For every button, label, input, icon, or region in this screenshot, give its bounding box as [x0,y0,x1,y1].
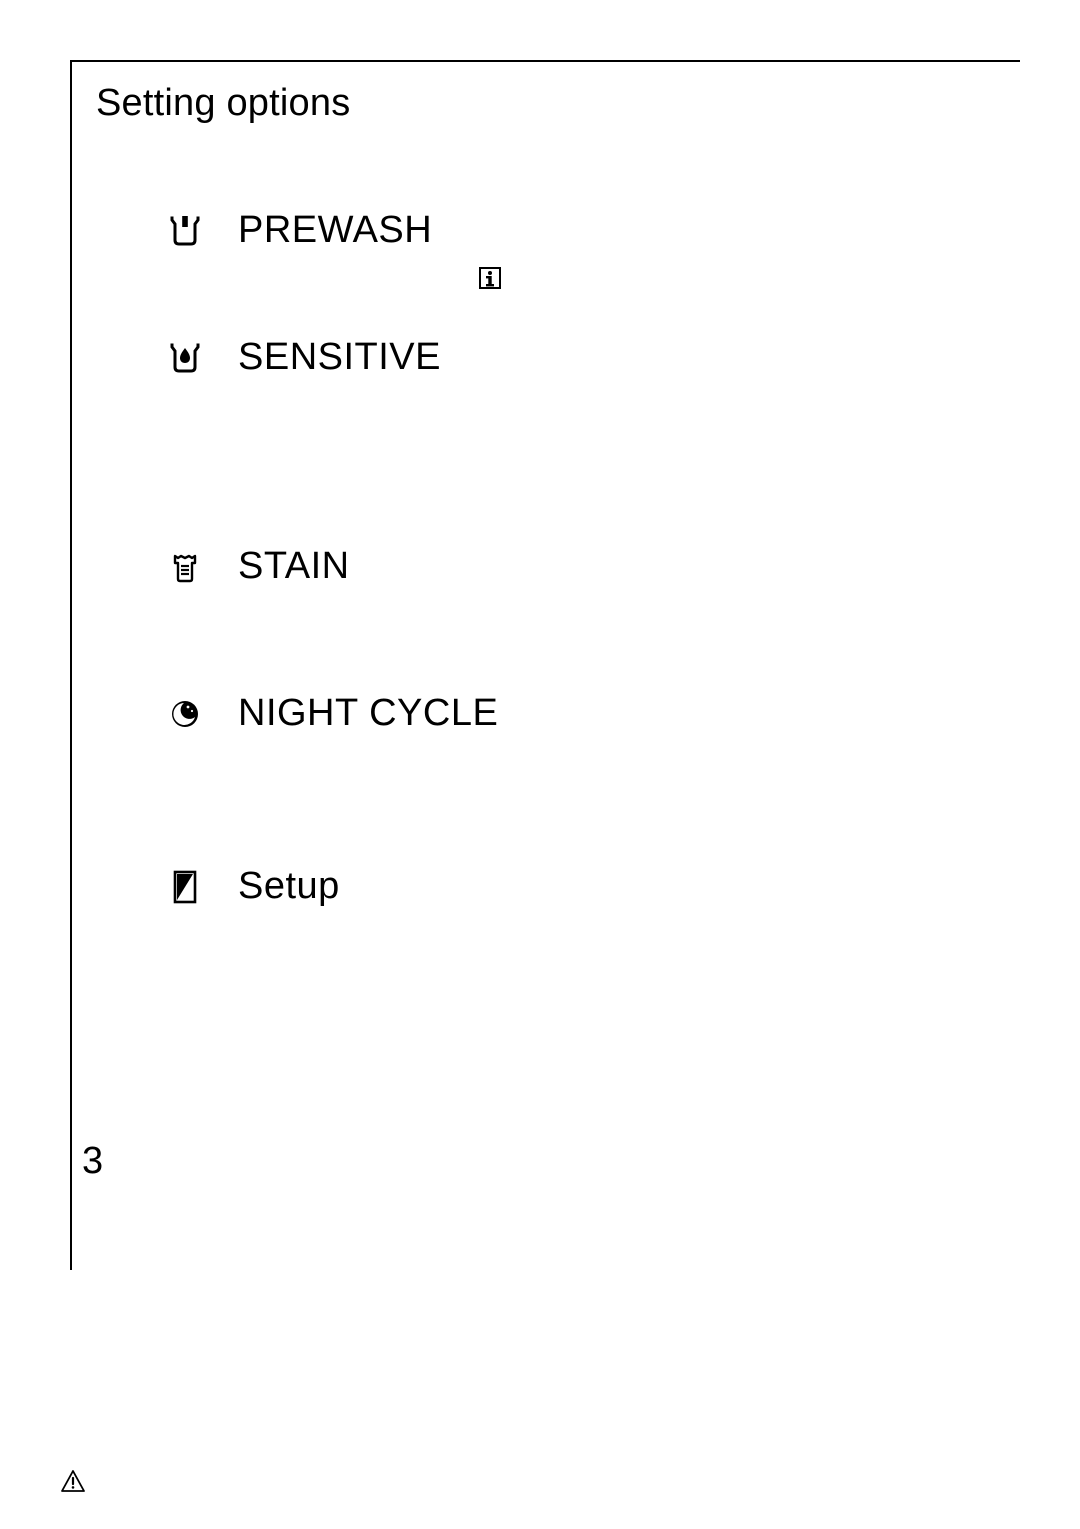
prewash-icon [168,216,202,246]
info-icon [478,266,502,290]
option-stain: STAIN [168,545,996,588]
page-frame: Setting options PREWASH [70,60,1020,1270]
manual-page: Setting options PREWASH [0,0,1080,1529]
night-cycle-icon [168,699,202,729]
option-setup: Setup [168,865,996,908]
option-night-cycle: NIGHT CYCLE [168,692,996,735]
sensitive-icon [168,343,202,373]
info-marker [478,266,996,290]
footer-warning [60,1469,86,1493]
option-label: PREWASH [238,209,432,252]
warning-icon [60,1469,86,1493]
option-label: NIGHT CYCLE [238,692,498,735]
setup-icon [168,870,202,904]
option-prewash: PREWASH [168,209,996,252]
stain-icon [168,551,202,583]
option-label: STAIN [238,545,350,588]
options-list: PREWASH SENSITIV [96,209,996,1038]
option-sensitive: SENSITIVE [168,336,996,379]
option-label: SENSITIVE [238,336,441,379]
option-label: Setup [238,865,340,908]
page-title: Setting options [96,82,996,125]
